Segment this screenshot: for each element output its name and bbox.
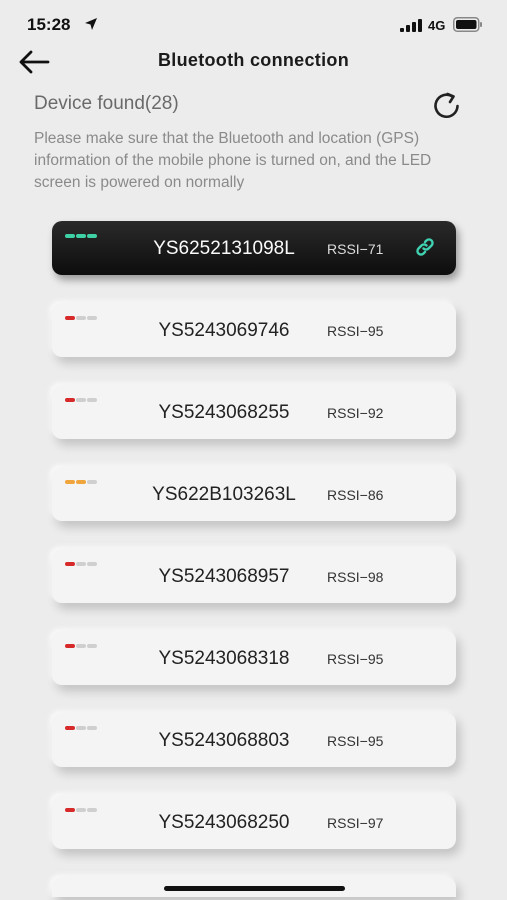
device-name: YS622B103263L: [152, 484, 296, 505]
home-indicator[interactable]: [164, 886, 345, 891]
signal-strength-icon: [65, 480, 98, 484]
device-name: YS5243068803: [158, 730, 290, 751]
signal-strength-icon: [65, 644, 98, 648]
info-text: Please make sure that the Bluetooth and …: [34, 130, 432, 191]
device-card[interactable]: YS622B103263L RSSI−86: [52, 467, 456, 521]
signal-strength-icon: [65, 398, 98, 402]
device-name: YS5243068255: [158, 402, 290, 423]
location-arrow-icon: [85, 18, 97, 30]
device-rssi: RSSI−97: [327, 815, 384, 831]
device-rssi: RSSI−71: [327, 241, 384, 257]
page-title: Bluetooth connection: [158, 50, 349, 70]
link-icon[interactable]: [414, 236, 436, 258]
device-card[interactable]: YS6252131098L RSSI−71: [52, 221, 456, 275]
device-rssi: RSSI−95: [327, 651, 384, 667]
device-name: YS5243068318: [158, 648, 290, 669]
device-count-title: Device found(28): [34, 93, 179, 114]
device-card[interactable]: YS5243068957 RSSI−98: [52, 549, 456, 603]
signal-strength-icon: [65, 562, 98, 566]
device-rssi: RSSI−86: [327, 487, 384, 503]
device-card[interactable]: YS5243068318 RSSI−95: [52, 631, 456, 685]
device-name: YS5243068957: [158, 566, 290, 587]
signal-strength-icon: [65, 316, 98, 320]
signal-strength-icon: [65, 234, 98, 238]
status-time: 15:28: [27, 15, 71, 34]
device-card[interactable]: YS5243068250 RSSI−97: [52, 795, 456, 849]
device-card[interactable]: YS5243069746 RSSI−95: [52, 303, 456, 357]
nav-bar: Bluetooth connection: [0, 40, 507, 84]
device-card[interactable]: YS5243068803 RSSI−95: [52, 713, 456, 767]
device-rssi: RSSI−95: [327, 733, 384, 749]
device-rssi: RSSI−92: [327, 405, 384, 421]
device-name: YS5243068250: [158, 812, 290, 833]
signal-strength-icon: [65, 808, 98, 812]
device-card[interactable]: YS5243068255 RSSI−92: [52, 385, 456, 439]
signal-icon: [400, 19, 422, 32]
network-label: 4G: [428, 18, 446, 33]
refresh-button[interactable]: [430, 91, 464, 121]
signal-strength-icon: [65, 726, 98, 730]
device-name: YS6252131098L: [153, 238, 295, 259]
battery-icon: [453, 17, 482, 32]
device-name: YS5243069746: [158, 320, 290, 341]
device-rssi: RSSI−95: [327, 323, 384, 339]
refresh-icon: [434, 92, 459, 119]
device-rssi: RSSI−98: [327, 569, 384, 585]
